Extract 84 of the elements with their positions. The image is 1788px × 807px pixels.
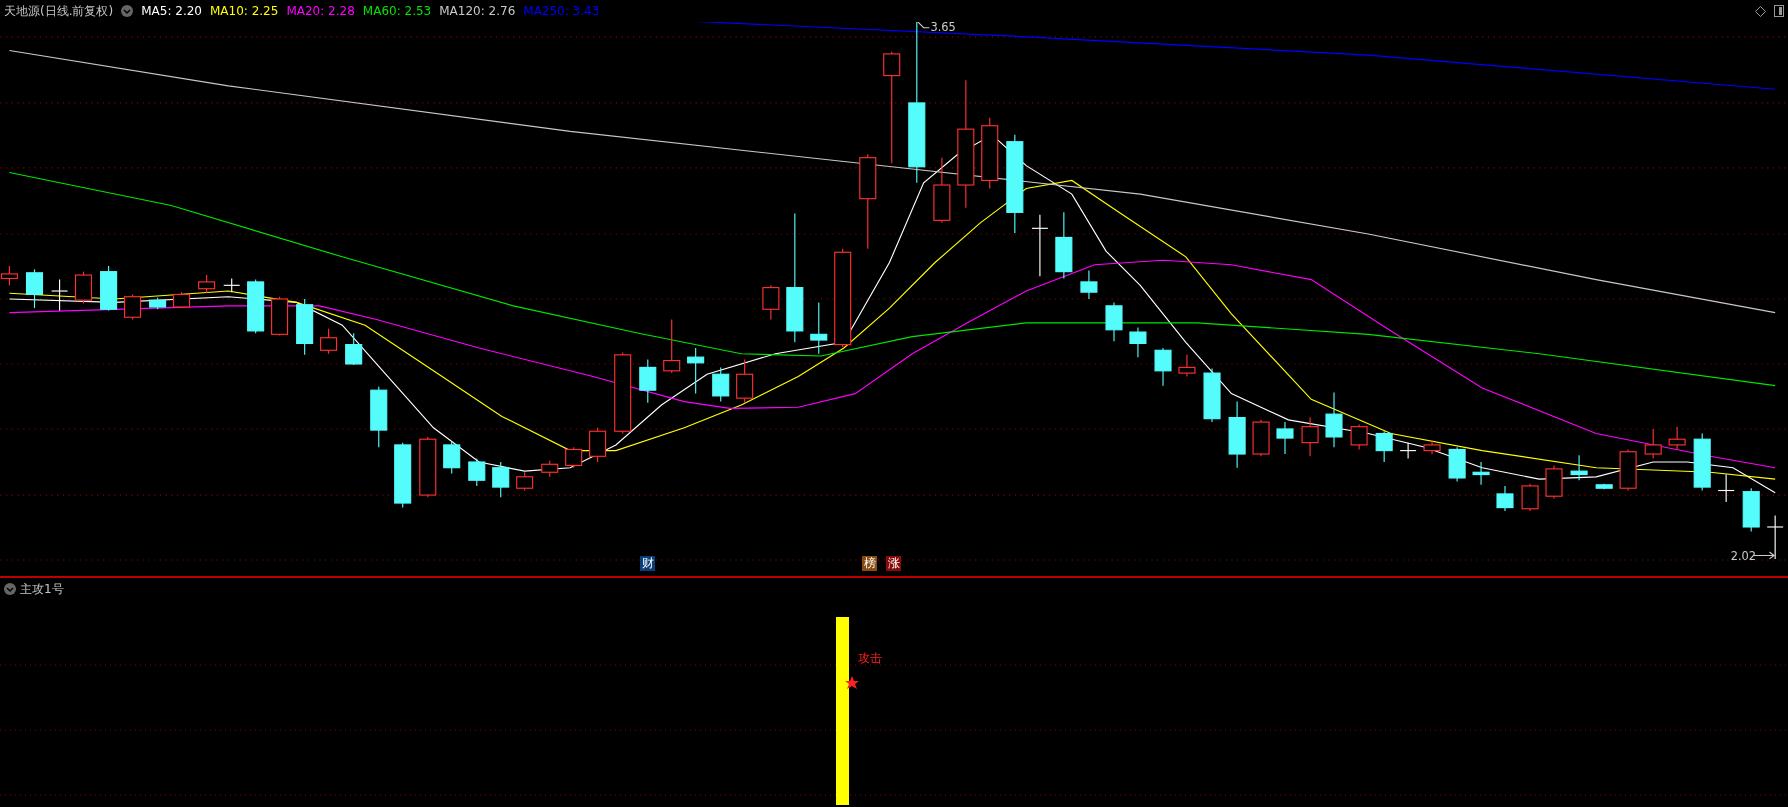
candlestick bbox=[1521, 483, 1539, 512]
candlestick bbox=[565, 446, 583, 469]
candlestick bbox=[74, 271, 93, 305]
candlestick bbox=[1203, 367, 1221, 423]
candlestick bbox=[541, 460, 559, 478]
candlestick bbox=[124, 293, 142, 321]
candlestick bbox=[1570, 454, 1588, 481]
candlestick bbox=[443, 440, 461, 474]
candlestick bbox=[1055, 211, 1073, 280]
candlestick bbox=[1496, 485, 1514, 512]
moving-average-legend: MA20: 2.28 bbox=[286, 4, 355, 18]
candlestick bbox=[663, 318, 681, 374]
candlestick bbox=[1375, 430, 1393, 463]
candlestick bbox=[639, 358, 657, 404]
candlestick bbox=[173, 291, 191, 309]
moving-average-legend: MA10: 2.25 bbox=[209, 4, 279, 18]
event-marker[interactable]: 榜 bbox=[862, 556, 877, 571]
candlestick bbox=[25, 268, 44, 309]
candlestick bbox=[1693, 432, 1711, 492]
candlestick bbox=[933, 157, 951, 224]
chevron-down-icon[interactable] bbox=[121, 5, 134, 17]
candlestick bbox=[981, 117, 999, 189]
moving-average-legend: MA120: 2.76 bbox=[439, 4, 516, 18]
candlestick bbox=[1644, 428, 1662, 460]
candlestick bbox=[687, 347, 705, 395]
moving-average-legend: MA60: 2.53 bbox=[362, 4, 432, 18]
candlestick bbox=[394, 442, 412, 509]
candlestick bbox=[1031, 214, 1049, 277]
candlestick bbox=[345, 332, 363, 366]
candlestick bbox=[1276, 421, 1294, 455]
candlestick bbox=[51, 279, 69, 311]
event-marker[interactable]: 涨 bbox=[886, 556, 901, 571]
candlestick bbox=[492, 461, 510, 498]
candlestick bbox=[1545, 464, 1563, 500]
candlestick bbox=[468, 458, 486, 487]
candlestick bbox=[223, 277, 241, 293]
signal-label: 攻击 bbox=[858, 650, 882, 667]
candlestick bbox=[271, 296, 289, 337]
candlestick bbox=[1717, 474, 1735, 503]
candlestick bbox=[1080, 269, 1098, 300]
candlestick bbox=[1668, 426, 1686, 451]
candlestick bbox=[1105, 301, 1123, 342]
candlestick bbox=[1228, 401, 1246, 469]
indicator-title: 主攻1号 bbox=[20, 580, 64, 598]
high-price-label: 3.65 bbox=[930, 22, 956, 35]
candlestick bbox=[1423, 439, 1441, 455]
low-price-label: 2.02 bbox=[1730, 549, 1757, 564]
moving-average-legend: MA5: 2.20 bbox=[141, 4, 202, 18]
star-icon bbox=[845, 676, 859, 689]
candlestick bbox=[1178, 354, 1196, 378]
candlestick bbox=[762, 284, 780, 321]
moving-average-legend: MA250: 3.43 bbox=[523, 4, 600, 18]
candlestick bbox=[516, 471, 534, 492]
candlestick bbox=[810, 301, 828, 355]
candlestick bbox=[1766, 515, 1784, 560]
candlestick bbox=[1252, 419, 1270, 457]
chevron-down-icon[interactable] bbox=[4, 583, 16, 595]
candlestick bbox=[1154, 347, 1172, 387]
candlestick bbox=[247, 279, 265, 334]
candlestick bbox=[100, 265, 118, 311]
diamond-icon[interactable] bbox=[1755, 5, 1766, 17]
candlestick bbox=[198, 274, 216, 294]
candlestick bbox=[589, 427, 607, 463]
candlestick bbox=[419, 436, 437, 498]
candlestick bbox=[320, 328, 338, 355]
panel-toggle-icon[interactable] bbox=[1774, 5, 1784, 17]
candlestick bbox=[1129, 326, 1147, 358]
candlestick bbox=[1448, 446, 1466, 482]
candlestick bbox=[1301, 417, 1319, 457]
candlestick bbox=[1595, 483, 1613, 490]
candlestick bbox=[1742, 487, 1760, 533]
candlestick bbox=[1399, 442, 1417, 460]
candlestick bbox=[1619, 448, 1637, 492]
candlestick bbox=[736, 358, 754, 404]
event-marker[interactable]: 财 bbox=[640, 556, 655, 571]
candlestick bbox=[1472, 461, 1490, 486]
candlestick bbox=[1350, 423, 1368, 451]
candlestick bbox=[712, 366, 730, 403]
candlestick bbox=[1325, 391, 1343, 448]
candlestick bbox=[296, 298, 314, 356]
candlestick bbox=[370, 386, 388, 448]
candlestick bbox=[149, 297, 167, 310]
stock-title: 天地源(日线.前复权) bbox=[4, 2, 114, 20]
leader-line bbox=[916, 22, 930, 29]
